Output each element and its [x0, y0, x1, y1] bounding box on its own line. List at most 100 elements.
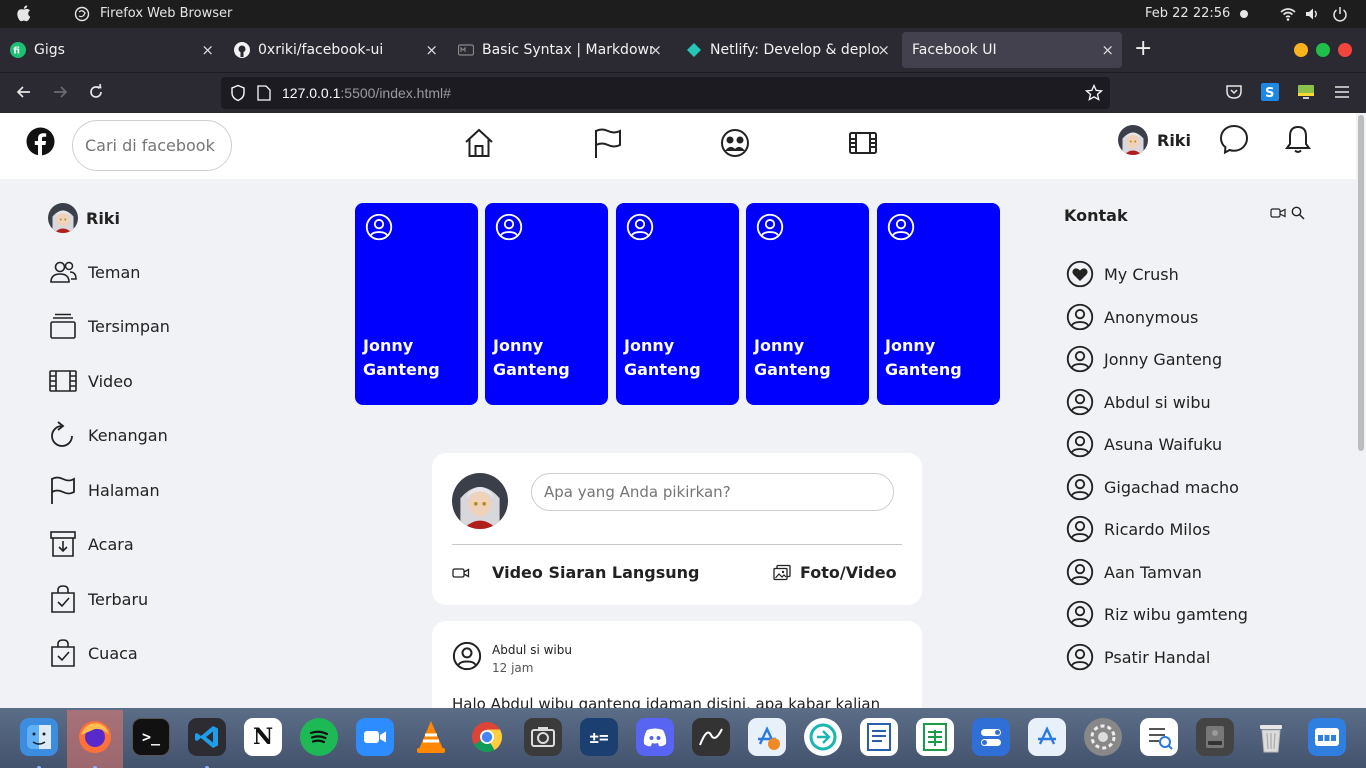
home-icon[interactable] [463, 127, 495, 159]
tab-markdown[interactable]: Basic Syntax | Markdown × [448, 32, 670, 68]
new-tab-button[interactable]: + [1134, 36, 1152, 61]
shield-icon[interactable] [229, 84, 247, 102]
tab-close-icon[interactable]: × [425, 41, 438, 59]
watch-video-icon[interactable] [847, 127, 879, 159]
settings-toggle-icon[interactable] [972, 718, 1010, 756]
spreadsheet-icon[interactable] [916, 718, 954, 756]
vscode-icon[interactable] [188, 718, 226, 756]
contact-item[interactable]: Riz wibu gamteng [1066, 600, 1248, 628]
app-store-update-icon[interactable] [748, 718, 786, 756]
story-card[interactable]: Jonny Ganteng [485, 203, 608, 405]
groups-icon[interactable] [719, 127, 751, 159]
vlc-icon[interactable] [412, 718, 450, 756]
spotify-icon[interactable] [300, 718, 338, 756]
system-preferences-icon[interactable] [1084, 718, 1122, 756]
screenshot-icon[interactable] [524, 718, 562, 756]
firefox-icon[interactable] [76, 718, 114, 756]
post-author[interactable]: Abdul si wibu [492, 643, 572, 657]
sidebar-item-halaman[interactable]: Halaman [48, 475, 160, 505]
contact-item[interactable]: Anonymous [1066, 303, 1198, 331]
volume-icon[interactable] [1304, 6, 1320, 22]
forward-arrow-icon[interactable] [50, 82, 70, 102]
notion-icon[interactable]: N [244, 718, 282, 756]
messenger-icon[interactable] [1218, 123, 1250, 155]
live-video-button[interactable]: Video Siaran Langsung [452, 563, 700, 582]
app-grid-icon[interactable] [1308, 718, 1346, 756]
contact-item[interactable]: My Crush [1066, 260, 1179, 288]
pocket-icon[interactable] [1224, 82, 1244, 102]
disk-drive-icon[interactable] [1196, 718, 1234, 756]
task-list-icon[interactable] [1140, 718, 1178, 756]
contact-item[interactable]: Gigachad macho [1066, 473, 1239, 501]
sidebar-item-teman[interactable]: Teman [48, 257, 140, 287]
notification-bell-icon[interactable] [1282, 123, 1314, 155]
tab-gigs[interactable]: fi Gigs × [0, 32, 222, 68]
post-time[interactable]: 12 jam [492, 661, 533, 675]
tab-close-icon[interactable]: × [649, 41, 662, 59]
inkscape-icon[interactable] [692, 718, 730, 756]
search-icon[interactable] [1291, 206, 1305, 220]
tab-facebook-ui[interactable]: Facebook UI × [902, 32, 1122, 68]
video-call-icon[interactable] [1270, 206, 1286, 220]
flag-icon[interactable] [592, 127, 624, 159]
tab-close-icon[interactable]: × [1101, 41, 1114, 59]
tab-close-icon[interactable]: × [877, 41, 890, 59]
tab-title: Facebook UI [912, 42, 997, 58]
tab-close-icon[interactable]: × [201, 41, 214, 59]
photo-video-button[interactable]: Foto/Video [773, 563, 897, 582]
close-window-button[interactable] [1338, 43, 1352, 57]
zoom-icon[interactable] [356, 718, 394, 756]
chrome-icon[interactable] [468, 718, 506, 756]
page-scrollbar[interactable] [1356, 113, 1366, 708]
scrollbar-thumb[interactable] [1358, 115, 1364, 451]
discord-icon[interactable] [636, 718, 674, 756]
sidebar-item-acara[interactable]: Acara [48, 529, 134, 559]
story-card[interactable]: Jonny Ganteng [877, 203, 1000, 405]
contact-item[interactable]: Asuna Waifuku [1066, 430, 1222, 458]
sidebar-item-video[interactable]: Video [48, 366, 133, 396]
sidebar-item-tersimpan[interactable]: Tersimpan [48, 311, 170, 341]
post-input[interactable] [531, 473, 894, 511]
document-viewer-icon[interactable] [860, 718, 898, 756]
trash-icon[interactable] [1252, 718, 1290, 756]
user-circle-icon[interactable] [452, 641, 482, 671]
tab-github[interactable]: 0xriki/facebook-ui × [224, 32, 446, 68]
extension-screen-icon[interactable] [1296, 82, 1316, 102]
terminal-icon[interactable]: >_ [132, 718, 170, 756]
contact-item[interactable]: Abdul si wibu [1066, 388, 1211, 416]
header-profile[interactable]: Riki [1118, 125, 1191, 155]
back-arrow-icon[interactable] [14, 82, 34, 102]
facebook-logo-icon[interactable] [26, 127, 55, 156]
post-composer: Video Siaran Langsung Foto/Video [432, 453, 922, 605]
extension-s-icon[interactable]: S [1260, 82, 1280, 102]
power-icon[interactable] [1332, 6, 1348, 22]
sidebar-item-kenangan[interactable]: Kenangan [48, 420, 168, 450]
sidebar-item-cuaca[interactable]: Cuaca [48, 638, 138, 668]
contact-item[interactable]: Ricardo Milos [1066, 515, 1210, 543]
story-card[interactable]: Jonny Ganteng [746, 203, 869, 405]
maximize-button[interactable] [1316, 43, 1330, 57]
wifi-icon[interactable] [1280, 6, 1296, 22]
star-icon[interactable] [1085, 84, 1103, 102]
system-clock[interactable]: Feb 22 22:56 [1145, 6, 1230, 21]
minimize-button[interactable] [1294, 43, 1308, 57]
url-bar[interactable]: 127.0.0.1:5500/index.html# [221, 77, 1110, 109]
story-card[interactable]: Jonny Ganteng [355, 203, 478, 405]
tab-netlify[interactable]: Netlify: Develop & deploy × [676, 32, 898, 68]
search-input[interactable] [72, 120, 232, 171]
calculator-icon[interactable]: ±= [580, 718, 618, 756]
sidebar-item-label: Cuaca [88, 643, 138, 663]
finder-icon[interactable] [20, 718, 58, 756]
reload-icon[interactable] [86, 82, 106, 102]
sync-app-icon[interactable] [804, 718, 842, 756]
app-store-icon[interactable] [1028, 718, 1066, 756]
apple-icon[interactable] [16, 5, 32, 22]
story-card[interactable]: Jonny Ganteng [616, 203, 739, 405]
avatar[interactable] [452, 473, 508, 529]
sidebar-item-terbaru[interactable]: Terbaru [48, 584, 148, 614]
sidebar-profile[interactable]: Riki [48, 203, 120, 233]
contact-item[interactable]: Psatir Handal [1066, 643, 1210, 671]
contact-item[interactable]: Jonny Ganteng [1066, 345, 1222, 373]
menu-icon[interactable] [1332, 82, 1352, 102]
contact-item[interactable]: Aan Tamvan [1066, 558, 1202, 586]
